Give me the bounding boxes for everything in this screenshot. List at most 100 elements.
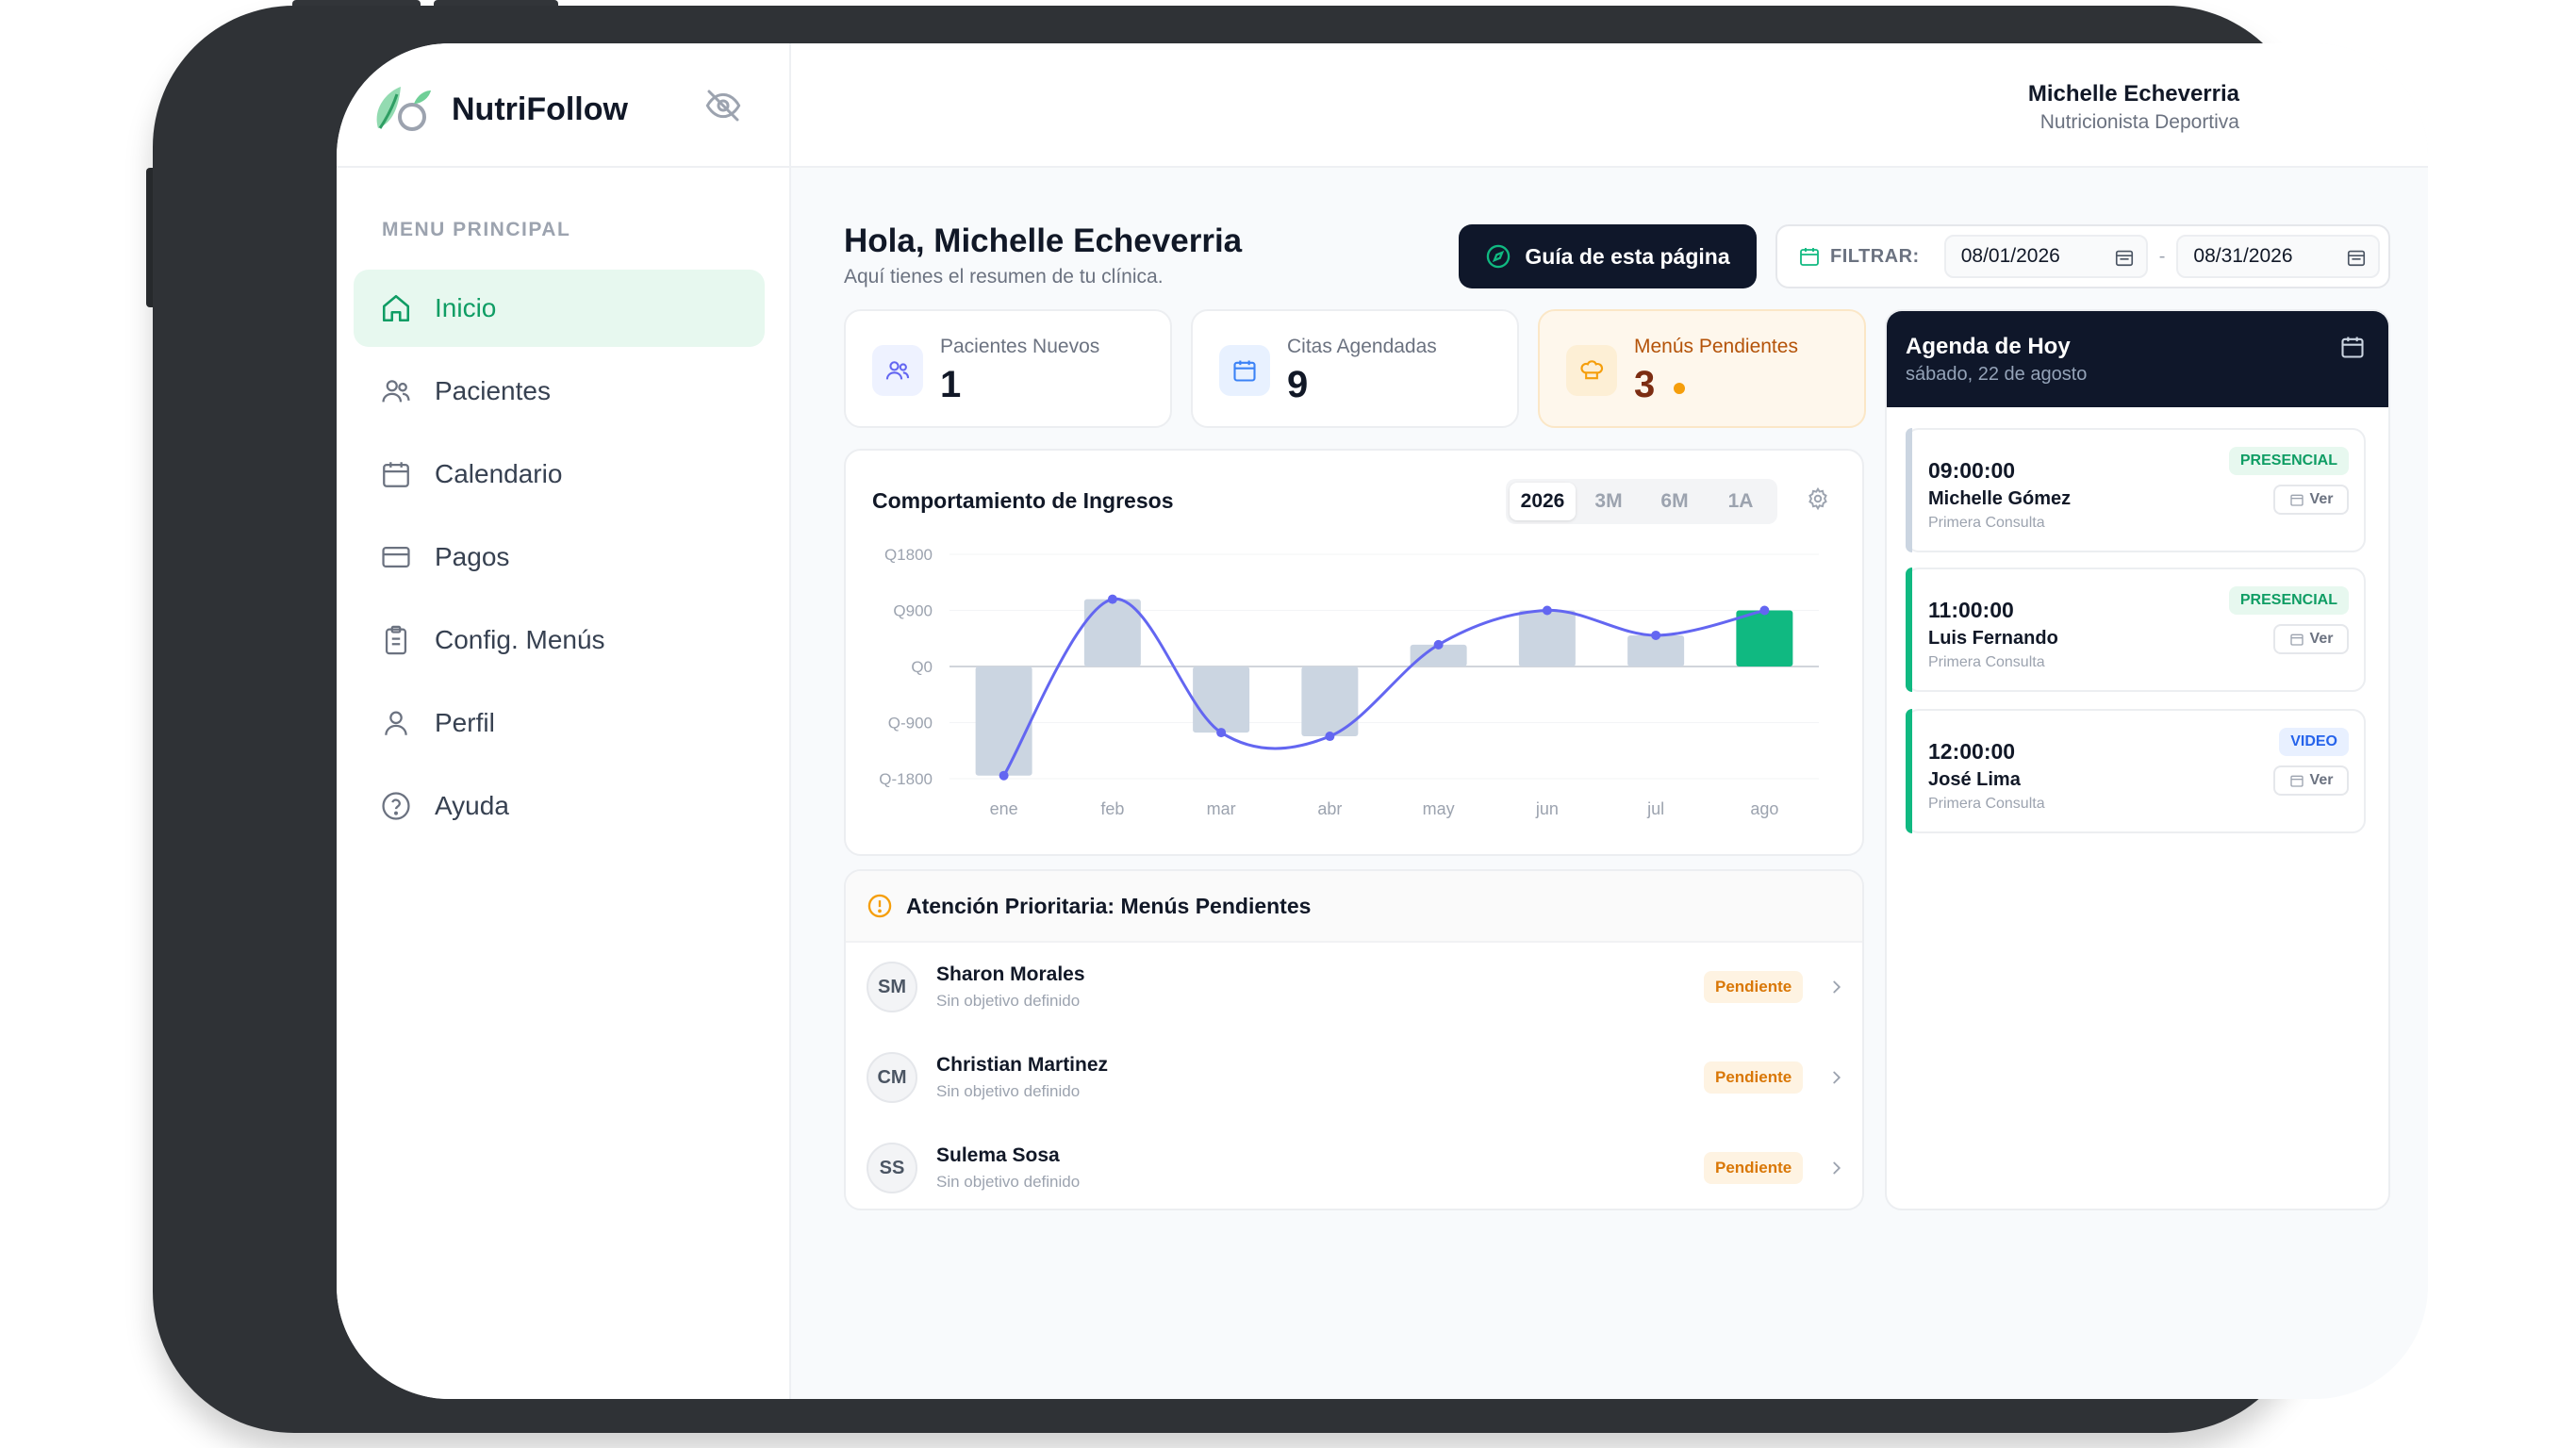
today-agenda: Agenda de Hoy sábado, 22 de agosto 09:00…: [1885, 309, 2390, 1210]
appointment-card[interactable]: 11:00:00 Luis Fernando Primera Consulta …: [1906, 568, 2366, 692]
list-item[interactable]: SM Sharon Morales Sin objetivo definido …: [846, 943, 1862, 1033]
chart-bar: [1083, 599, 1141, 666]
sidebar-item-inicio[interactable]: Inicio: [354, 270, 765, 347]
sidebar-item-pacientes[interactable]: Pacientes: [354, 353, 765, 430]
data-point: [999, 770, 1009, 781]
credit-card-icon: [382, 546, 410, 568]
chevron-right-icon[interactable]: [1826, 1067, 1847, 1088]
stat-card-pending-menus[interactable]: Menús Pendientes 3: [1538, 309, 1866, 428]
eye-off-icon[interactable]: [704, 87, 742, 124]
appointment-accent: [1906, 709, 1912, 833]
agenda-date: sábado, 22 de agosto: [1906, 364, 2088, 385]
appointment-type: Primera Consulta: [1928, 796, 2045, 812]
page-guide-button[interactable]: Guía de esta página: [1459, 224, 1757, 288]
x-tick-label: mar: [1207, 799, 1236, 818]
appointment-patient: Michelle Gómez: [1928, 488, 2072, 509]
range-tab-6m[interactable]: 6M: [1642, 483, 1708, 520]
chef-hat-icon: [1566, 345, 1617, 396]
avatar: SM: [867, 962, 917, 1012]
appointment-time: 12:00:00: [1928, 739, 2016, 764]
sidebar: NutriFollow MENU PRINCIPAL Inicio Pacien…: [337, 43, 791, 1399]
user-role: Nutricionista Deportiva: [2039, 111, 2239, 133]
priority-menus-card: Atención Prioritaria: Menús Pendientes S…: [844, 869, 1864, 1210]
sidebar-item-label: Calendario: [435, 459, 563, 488]
patient-goal: Sin objetivo definido: [936, 1082, 1081, 1100]
clipboard-icon: [385, 625, 407, 655]
appointment-time: 09:00:00: [1928, 458, 2016, 483]
list-item[interactable]: CM Christian Martinez Sin objetivo defin…: [846, 1033, 1862, 1124]
start-date-field[interactable]: 08/01/2026: [1943, 235, 2148, 278]
chart-title: Comportamiento de Ingresos: [872, 488, 1174, 513]
status-badge: Pendiente: [1704, 971, 1804, 1003]
end-date-value: 08/31/2026: [2193, 245, 2293, 267]
stat-value: 1: [940, 364, 962, 405]
view-label: Ver: [2309, 491, 2334, 507]
y-tick-label: Q900: [893, 602, 933, 620]
y-tick-label: Q0: [911, 658, 933, 676]
page-subtitle: Aquí tienes el resumen de tu clínica.: [844, 266, 1164, 288]
view-button[interactable]: Ver: [2273, 765, 2349, 796]
status-badge: VIDEO: [2279, 728, 2349, 756]
appointment-card[interactable]: 09:00:00 Michelle Gómez Primera Consulta…: [1906, 428, 2366, 552]
avatar: CM: [867, 1052, 917, 1103]
sidebar-item-calendario[interactable]: Calendario: [354, 436, 765, 513]
appointment-type: Primera Consulta: [1928, 654, 2045, 670]
chevron-right-icon[interactable]: [1826, 1158, 1847, 1178]
end-date-field[interactable]: 08/31/2026: [2176, 235, 2381, 278]
x-tick-label: jun: [1535, 799, 1559, 818]
sidebar-item-config-menus[interactable]: Config. Menús: [354, 601, 765, 679]
menu-section-title: MENU PRINCIPAL: [382, 219, 571, 240]
sidebar-item-pagos[interactable]: Pagos: [354, 518, 765, 596]
range-tabs: 2026 3M 6M 1A: [1506, 479, 1777, 524]
agenda-header: Agenda de Hoy sábado, 22 de agosto: [1887, 311, 2388, 407]
data-point: [1433, 639, 1444, 650]
app-screen: NutriFollow MENU PRINCIPAL Inicio Pacien…: [337, 43, 2428, 1399]
view-label: Ver: [2309, 631, 2334, 647]
calendar-icon: [2289, 634, 2304, 646]
list-item[interactable]: SS Sulema Sosa Sin objetivo definido Pen…: [846, 1124, 1862, 1209]
stat-card-appointments[interactable]: Citas Agendadas 9: [1191, 309, 1519, 428]
view-button[interactable]: Ver: [2273, 485, 2349, 515]
appointment-type: Primera Consulta: [1928, 515, 2045, 531]
priority-title: Atención Prioritaria: Menús Pendientes: [906, 893, 1312, 918]
stat-card-new-patients[interactable]: Pacientes Nuevos 1: [844, 309, 1172, 428]
user-name: Michelle Echeverria: [2027, 81, 2239, 107]
calendar-icon: [2289, 494, 2304, 506]
chart-bar: [975, 666, 1032, 776]
pending-indicator-dot: [1674, 383, 1685, 394]
view-label: Ver: [2309, 772, 2334, 788]
y-tick-label: Q-900: [888, 715, 933, 732]
chart-bar: [1736, 610, 1793, 666]
compass-icon: [1487, 244, 1511, 269]
calendar-icon[interactable]: [2339, 334, 2366, 360]
agenda-title: Agenda de Hoy: [1906, 334, 2071, 359]
tablet-frame: NutriFollow MENU PRINCIPAL Inicio Pacien…: [153, 6, 2428, 1433]
appointment-accent: [1906, 428, 1912, 552]
brand[interactable]: NutriFollow: [369, 75, 628, 143]
sidebar-item-label: Perfil: [435, 708, 495, 737]
stat-value: 9: [1287, 364, 1309, 405]
appointment-time: 11:00:00: [1928, 598, 2014, 622]
patient-name: Christian Martinez: [936, 1054, 1109, 1076]
chevron-right-icon[interactable]: [1826, 977, 1847, 997]
avatar: SS: [867, 1143, 917, 1193]
appointment-patient: Luis Fernando: [1928, 628, 2058, 649]
start-date-value: 08/01/2026: [1960, 245, 2060, 267]
leaf-logo-icon: [376, 87, 431, 131]
gear-icon[interactable]: [1806, 486, 1830, 511]
view-button[interactable]: Ver: [2273, 624, 2349, 654]
sidebar-item-label: Pacientes: [435, 376, 551, 405]
sidebar-item-ayuda[interactable]: Ayuda: [354, 767, 765, 845]
range-tab-1a[interactable]: 1A: [1708, 483, 1774, 520]
range-tab-2026[interactable]: 2026: [1510, 483, 1576, 520]
sidebar-item-perfil[interactable]: Perfil: [354, 684, 765, 762]
x-tick-label: may: [1423, 799, 1455, 818]
status-badge: Pendiente: [1704, 1061, 1804, 1094]
appointment-card[interactable]: 12:00:00 José Lima Primera Consulta VIDE…: [1906, 709, 2366, 833]
x-tick-label: jul: [1646, 799, 1664, 818]
x-tick-label: feb: [1100, 799, 1124, 818]
home-icon: [382, 294, 410, 322]
calendar-icon: [1800, 248, 1819, 266]
range-tab-3m[interactable]: 3M: [1576, 483, 1642, 520]
alert-circle-icon: [867, 894, 892, 918]
